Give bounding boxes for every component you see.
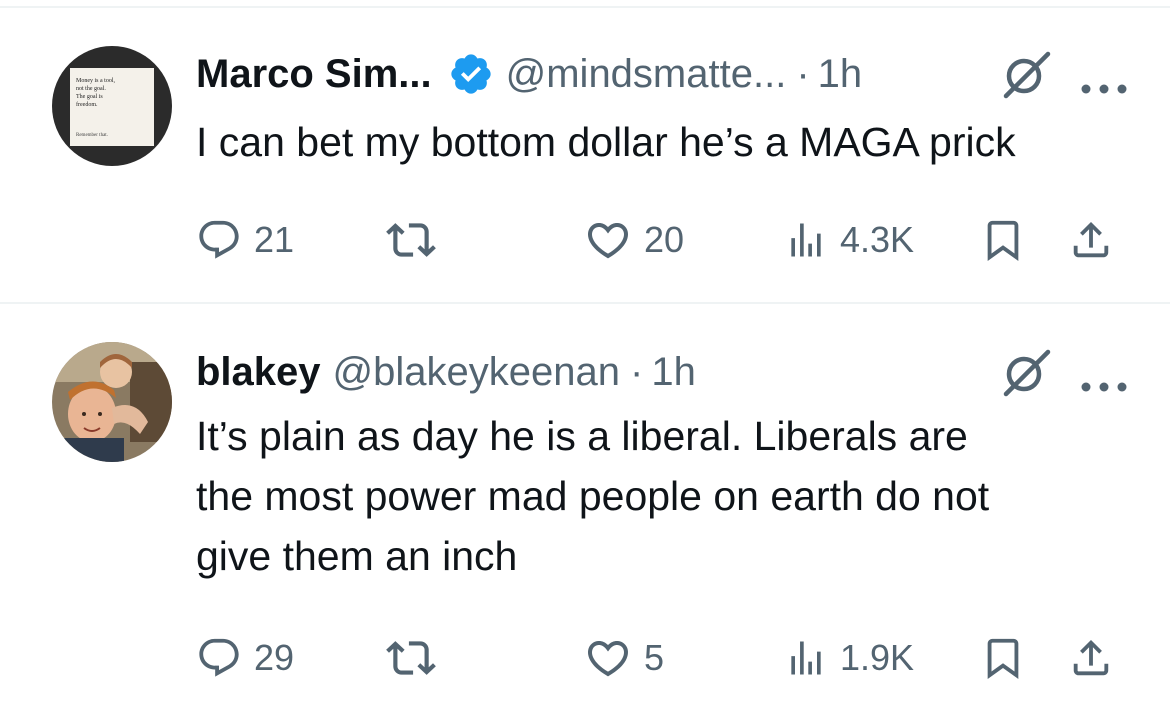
like-button[interactable]: 5 [584, 628, 664, 688]
tweet-header: Marco Sim... @mindsmatte... · 1h [196, 44, 1130, 104]
reply-icon [199, 220, 239, 259]
retweet-icon [386, 223, 436, 257]
action-bar: 29 5 1.9K [196, 628, 1116, 688]
reply-tweet[interactable]: blakey @blakeykeenan · 1h It’s plain as … [0, 304, 1170, 720]
reply-count: 29 [254, 637, 295, 678]
reply-count: 21 [254, 219, 295, 260]
grok-icon[interactable] [998, 46, 1054, 102]
share-icon [1073, 639, 1109, 676]
views-icon [791, 223, 821, 257]
header-actions [998, 342, 1130, 402]
timestamp[interactable]: 1h [818, 52, 863, 97]
bookmark-button[interactable] [980, 628, 1026, 688]
reply-button[interactable]: 21 [196, 210, 294, 270]
timestamp[interactable]: 1h [651, 350, 696, 395]
handle[interactable]: @mindsmatte... [506, 52, 787, 97]
like-button[interactable]: 20 [584, 210, 684, 270]
avatar-image [52, 342, 172, 462]
reply-button[interactable]: 29 [196, 628, 294, 688]
views-count: 1.9K [840, 637, 915, 678]
share-button[interactable] [1068, 628, 1114, 688]
retweet-button[interactable] [386, 628, 448, 688]
separator-dot: · [630, 349, 644, 394]
tweet-text: I can bet my bottom dollar he’s a MAGA p… [196, 119, 1016, 165]
more-icon[interactable] [1078, 362, 1130, 392]
display-name[interactable]: blakey [196, 350, 321, 395]
like-count: 5 [644, 637, 665, 678]
retweet-button[interactable] [386, 210, 448, 270]
avatar[interactable] [52, 342, 172, 462]
avatar-text-line-4: freedom. [76, 101, 98, 108]
avatar-image: Money is a tool, not the goal. The goal … [52, 46, 172, 166]
tweet-text: It’s plain as day he is a liberal. Liber… [196, 413, 990, 579]
views-count: 4.3K [840, 219, 915, 260]
handle[interactable]: @blakeykeenan [333, 350, 620, 395]
avatar-text-line-5: Remember that. [76, 133, 108, 138]
action-bar: 21 20 4.3K [196, 210, 1116, 270]
heart-icon [587, 223, 629, 259]
like-count: 20 [644, 219, 685, 260]
display-name[interactable]: Marco Sim... [196, 52, 432, 97]
grok-icon[interactable] [998, 344, 1054, 400]
views-button[interactable]: 1.9K [784, 628, 914, 688]
bookmark-icon [987, 220, 1019, 261]
avatar[interactable]: Money is a tool, not the goal. The goal … [52, 46, 172, 166]
bookmark-button[interactable] [980, 210, 1026, 270]
tweet-header: blakey @blakeykeenan · 1h [196, 342, 1130, 402]
retweet-icon [386, 641, 436, 675]
avatar-text-line-2: not the goal. [76, 86, 106, 92]
header-actions [998, 44, 1130, 104]
avatar-text-line-1: Money is a tool, [76, 78, 115, 84]
heart-icon [587, 641, 629, 677]
share-icon [1073, 221, 1109, 258]
views-icon [791, 641, 821, 675]
views-button[interactable]: 4.3K [784, 210, 914, 270]
separator-dot: · [796, 51, 810, 96]
reply-icon [199, 638, 239, 677]
share-button[interactable] [1068, 210, 1114, 270]
avatar-text-line-3: The goal is [76, 94, 103, 100]
bookmark-icon [987, 638, 1019, 679]
reply-tweet[interactable]: Money is a tool, not the goal. The goal … [0, 0, 1170, 302]
more-icon[interactable] [1078, 64, 1130, 94]
verified-badge-icon[interactable] [448, 51, 494, 97]
